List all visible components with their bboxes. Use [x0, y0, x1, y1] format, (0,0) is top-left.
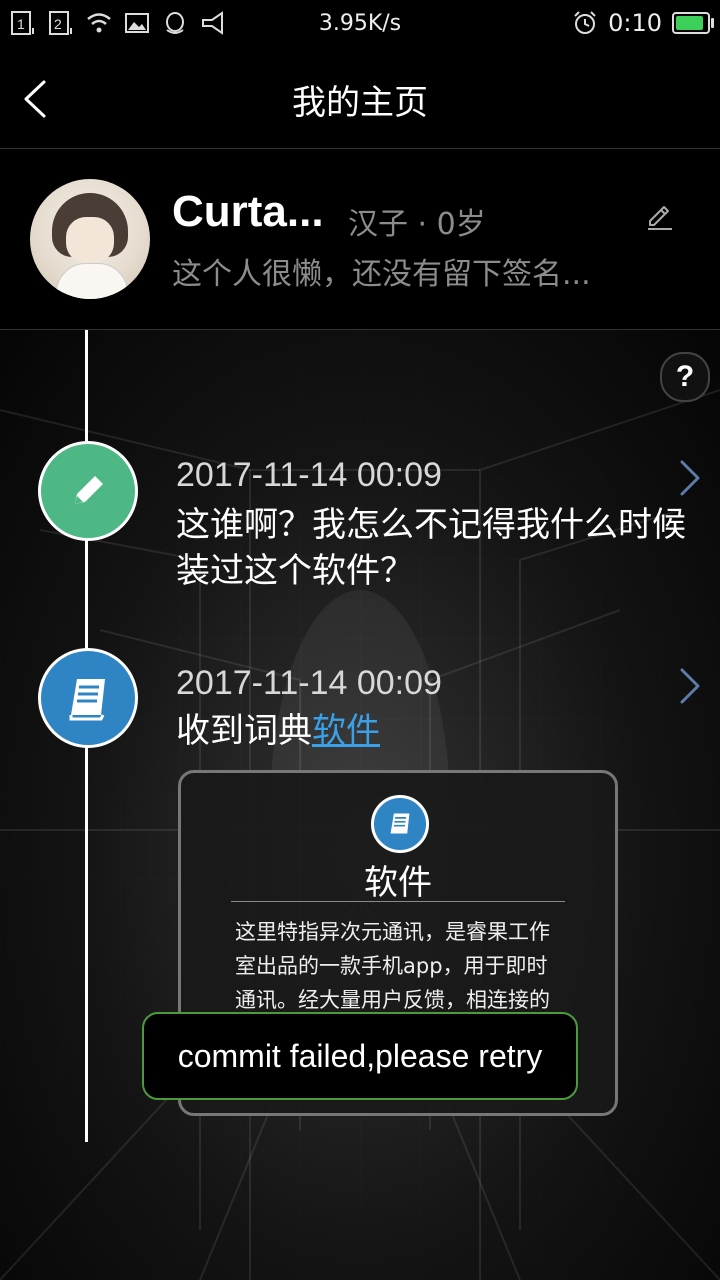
battery-icon [672, 12, 714, 34]
pencil-icon [75, 476, 103, 504]
timeline[interactable]: ? 2017-11-14 00:09 这谁啊？我怎么不记得我什么时候装过这个软件… [0, 330, 720, 1280]
nav-bar: 我的主页 [0, 50, 720, 149]
help-button[interactable]: ? [660, 352, 710, 402]
entry-date: 2017-11-14 00:09 [176, 456, 442, 494]
edit-event-icon [38, 441, 138, 541]
status-icons-right: 0:10 [572, 9, 714, 37]
error-toast: commit failed,please retry [142, 1012, 578, 1100]
entry-date: 2017-11-14 00:09 [176, 664, 442, 702]
clock: 0:10 [608, 9, 662, 37]
user-name: Curta... [172, 187, 324, 236]
divider [231, 901, 565, 902]
user-gender-age: 汉子 · 0岁 [348, 207, 486, 242]
avatar[interactable] [30, 179, 150, 299]
entry-text-prefix: 收到词典 [176, 711, 312, 751]
book-icon [69, 679, 105, 721]
entry-text: 收到词典软件 [176, 708, 686, 754]
entry-text: 这谁啊？我怎么不记得我什么时候装过这个软件？ [176, 505, 686, 591]
page-title: 我的主页 [292, 83, 428, 123]
battery-fill [676, 16, 703, 30]
chevron-right-icon[interactable] [676, 666, 704, 706]
profile-header: Curta... 汉子 · 0岁 这个人很懒，还没有留下签名... [0, 149, 720, 330]
pencil-icon[interactable] [644, 201, 676, 233]
status-bar: 1 2 3.95K/s 0:10 [0, 0, 720, 50]
alarm-icon [574, 11, 596, 34]
dictionary-word-link[interactable]: 软件 [312, 711, 380, 751]
chevron-right-icon[interactable] [676, 458, 704, 498]
book-icon [371, 795, 429, 853]
dictionary-word: 软件 [364, 863, 432, 903]
dictionary-event-icon [38, 648, 138, 748]
user-signature: 这个人很懒，还没有留下签名... [172, 257, 591, 292]
